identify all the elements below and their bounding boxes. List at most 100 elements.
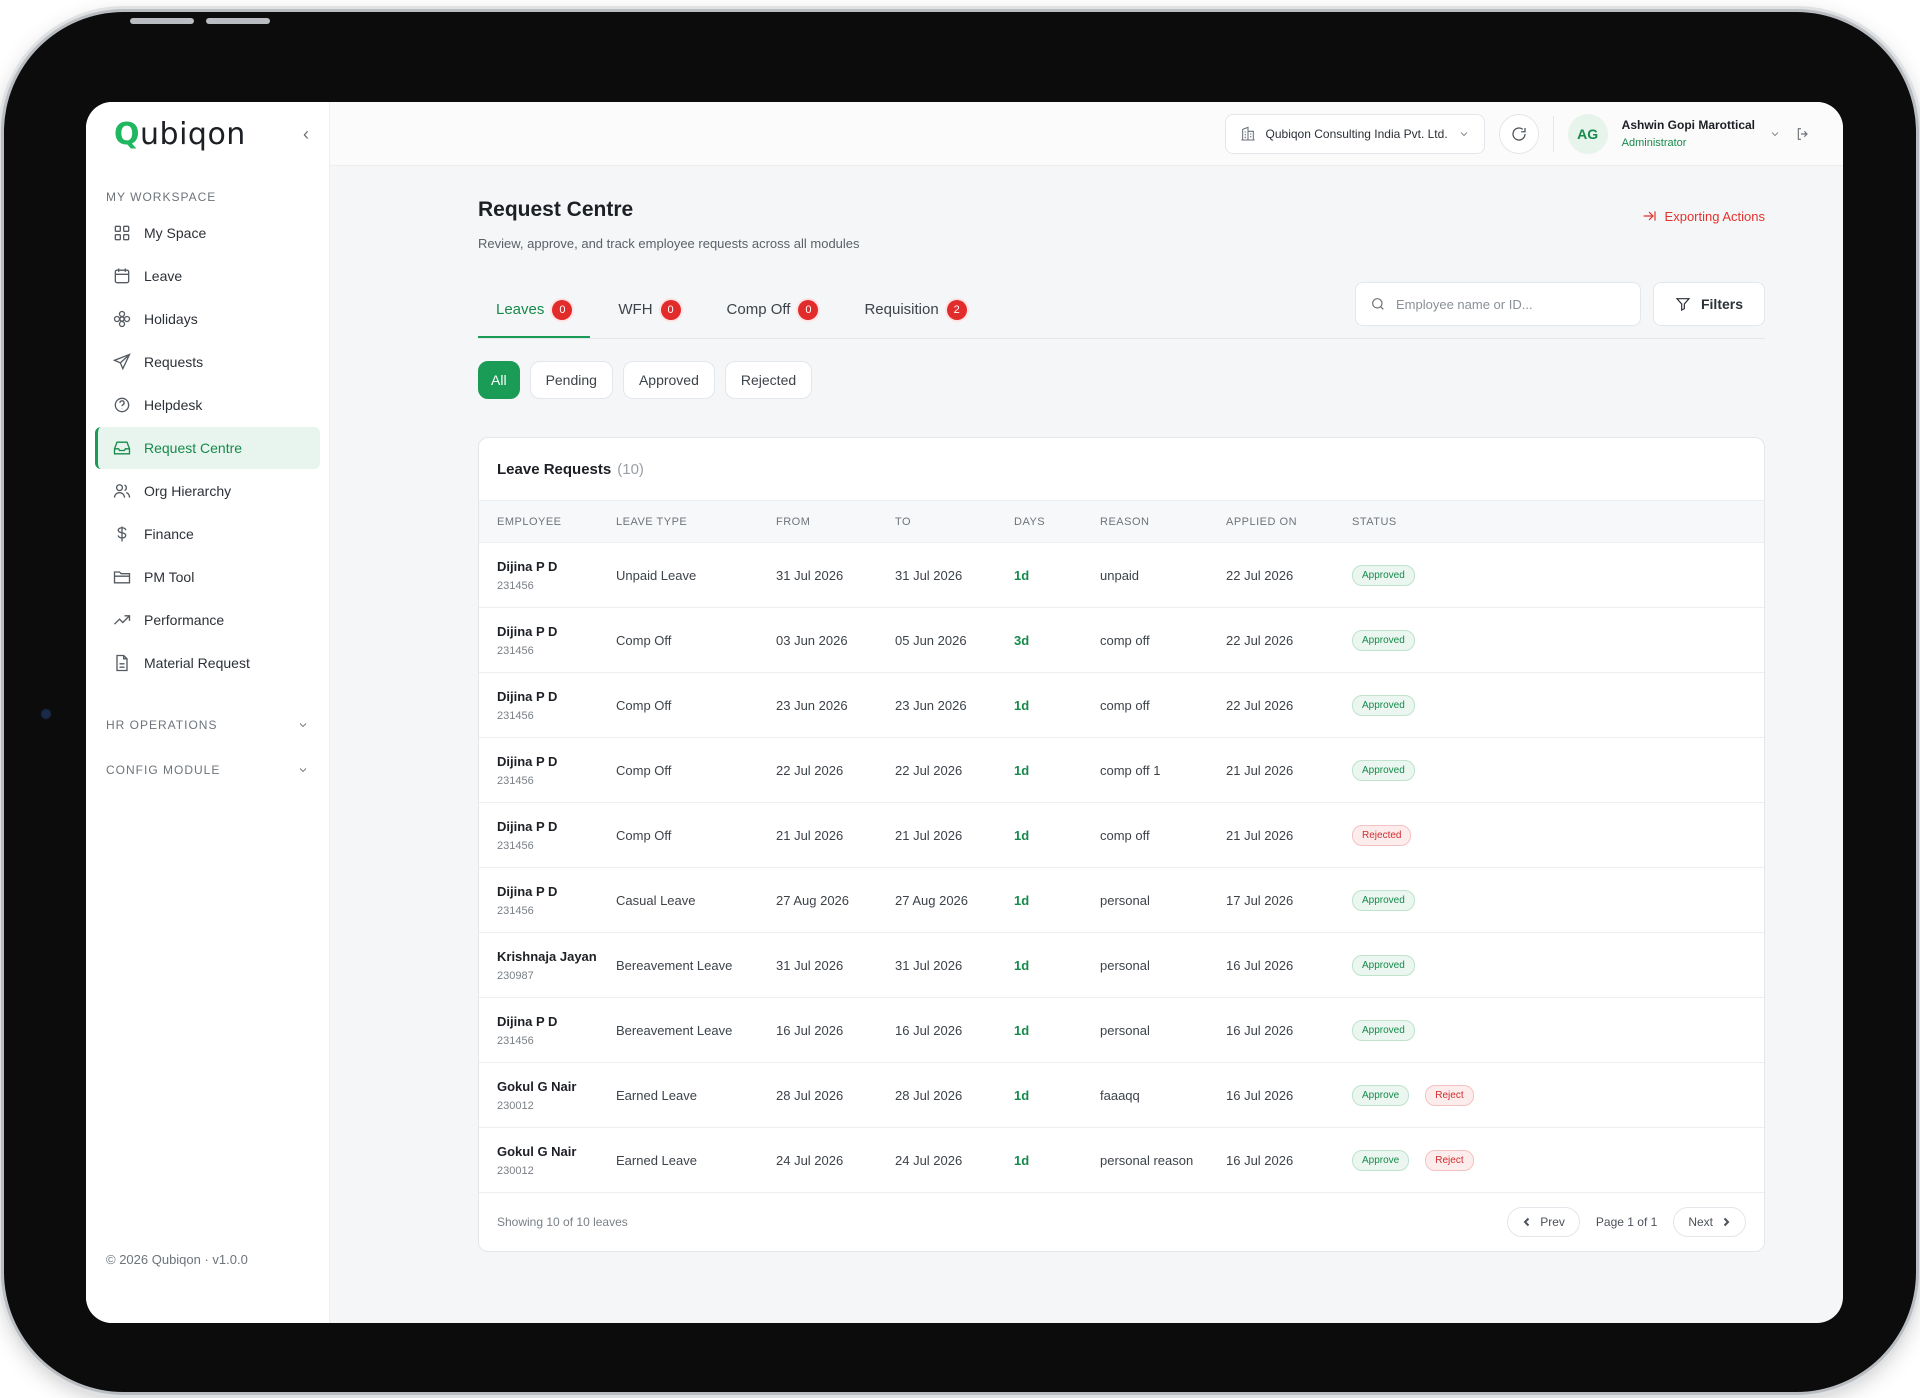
from-date-cell: 24 Jul 2026 xyxy=(776,1152,844,1168)
applied-on-cell: 22 Jul 2026 xyxy=(1226,697,1294,713)
refresh-button[interactable] xyxy=(1498,113,1539,154)
from-date-cell: 22 Jul 2026 xyxy=(776,762,844,778)
sidebar-item-label: PM Tool xyxy=(144,569,195,585)
from-date-cell: 27 Aug 2026 xyxy=(776,892,850,908)
sidebar-item-holidays[interactable]: Holidays xyxy=(95,298,320,340)
sidebar-item-requests[interactable]: Requests xyxy=(95,341,320,383)
sidebar-item-label: Request Centre xyxy=(144,440,243,456)
search-input[interactable] xyxy=(1396,296,1616,312)
tab-comp-off[interactable]: Comp Off 0 xyxy=(709,283,837,338)
table-row[interactable]: Dijina P D 231456 Comp Off 23 Jun 2026 23 Ju… xyxy=(479,673,1764,738)
sidebar-item-pm-tool[interactable]: PM Tool xyxy=(95,556,320,598)
next-button[interactable]: Next xyxy=(1673,1207,1746,1237)
status-badge: Approved xyxy=(1352,694,1415,716)
applied-on-cell: 16 Jul 2026 xyxy=(1226,1152,1294,1168)
filter-pill-approved[interactable]: Approved xyxy=(622,361,715,399)
status-cell: Approve Reject xyxy=(1352,1128,1764,1193)
approve-button[interactable]: Approve xyxy=(1352,1084,1410,1106)
employee-id: 231456 xyxy=(497,904,534,917)
logout-icon[interactable] xyxy=(1795,126,1811,142)
showing-count: Showing 10 of 10 leaves xyxy=(497,1215,628,1229)
reject-button[interactable]: Reject xyxy=(1425,1084,1474,1106)
reason-cell: comp off xyxy=(1100,697,1150,713)
tab-wfh[interactable]: WFH 0 xyxy=(600,283,698,338)
sidebar-item-performance[interactable]: Performance xyxy=(95,599,320,641)
filter-pill-all[interactable]: All xyxy=(478,361,520,399)
table-row[interactable]: Dijina P D 231456 Comp Off 03 Jun 2026 05 Ju… xyxy=(479,608,1764,673)
table-row[interactable]: Gokul G Nair 230012 Earned Leave 24 Jul 202… xyxy=(479,1128,1764,1193)
app-screen: Qubiqon ‹ MY WORKSPACE My Space Leave Holi… xyxy=(86,102,1843,1323)
applied-on-cell: 22 Jul 2026 xyxy=(1226,632,1294,648)
sidebar-group-hr-operations[interactable]: HR OPERATIONS xyxy=(86,702,329,747)
table-row[interactable]: Dijina P D 231456 Unpaid Leave 31 Jul 2026 3… xyxy=(479,543,1764,608)
table-row[interactable]: Dijina P D 231456 Comp Off 22 Jul 2026 22 Ju… xyxy=(479,738,1764,803)
chevron-down-icon[interactable] xyxy=(1769,128,1781,140)
leave-type-cell: Comp Off xyxy=(616,632,672,648)
filter-icon xyxy=(1675,298,1691,311)
avatar[interactable]: AG xyxy=(1567,113,1608,154)
exporting-actions-link[interactable]: Exporting Actions xyxy=(1641,208,1765,224)
main-area: Qubiqon Consulting India Pvt. Ltd. AG As… xyxy=(330,102,1843,1323)
table-row[interactable]: Dijina P D 231456 Comp Off 21 Jul 2026 21 Ju… xyxy=(479,803,1764,868)
sidebar-item-org-hierarchy[interactable]: Org Hierarchy xyxy=(95,470,320,512)
status-cell: Approved xyxy=(1352,738,1764,803)
reject-button[interactable]: Reject xyxy=(1425,1149,1474,1171)
sidebar-group-config-module[interactable]: CONFIG MODULE xyxy=(86,747,329,792)
employee-cell: Dijina P D 231456 xyxy=(479,543,616,608)
sidebar-item-helpdesk[interactable]: Helpdesk xyxy=(95,384,320,426)
status-cell: Rejected xyxy=(1352,803,1764,868)
approve-button[interactable]: Approve xyxy=(1352,1149,1410,1171)
sidebar-item-material-request[interactable]: Material Request xyxy=(95,642,320,684)
pagination: Prev Page 1 of 1 Next xyxy=(1507,1207,1746,1237)
tab-requisition[interactable]: Requisition 2 xyxy=(846,283,984,338)
table-row[interactable]: Gokul G Nair 230012 Earned Leave 28 Jul 202… xyxy=(479,1063,1764,1128)
employee-name: Gokul G Nair xyxy=(497,1078,577,1094)
company-selector[interactable]: Qubiqon Consulting India Pvt. Ltd. xyxy=(1224,113,1485,154)
users-icon xyxy=(113,484,131,498)
employee-id: 231456 xyxy=(497,644,534,657)
brand-logo[interactable]: Qubiqon xyxy=(114,117,246,152)
table-row[interactable]: Dijina P D 231456 Casual Leave 27 Aug 2026 2… xyxy=(479,868,1764,933)
tab-leaves[interactable]: Leaves 0 xyxy=(478,283,591,338)
sidebar-item-finance[interactable]: Finance xyxy=(95,513,320,555)
from-date-cell: 31 Jul 2026 xyxy=(776,957,844,973)
table-row[interactable]: Dijina P D 231456 Bereavement Leave 16 Jul … xyxy=(479,998,1764,1063)
prev-button[interactable]: Prev xyxy=(1507,1207,1580,1237)
reason-cell: comp off xyxy=(1100,827,1150,843)
to-date-cell: 16 Jul 2026 xyxy=(895,1022,963,1038)
status-badge: Approved xyxy=(1352,759,1415,781)
filter-pill-pending[interactable]: Pending xyxy=(529,361,613,399)
table-row[interactable]: Krishnaja Jayan 230987 Bereavement Leave 31… xyxy=(479,933,1764,998)
employee-id: 231456 xyxy=(497,1034,534,1047)
card-footer: Showing 10 of 10 leaves Prev Page 1 of 1… xyxy=(479,1193,1764,1251)
employee-cell: Dijina P D 231456 xyxy=(479,608,616,673)
filter-pill-rejected[interactable]: Rejected xyxy=(724,361,813,399)
days-cell: 1d xyxy=(1014,567,1030,583)
to-date-cell: 22 Jul 2026 xyxy=(895,762,963,778)
sidebar: Qubiqon ‹ MY WORKSPACE My Space Leave Holi… xyxy=(86,102,330,1323)
sidebar-item-request-centre[interactable]: Request Centre xyxy=(95,427,320,469)
volume-button xyxy=(206,18,270,24)
sidebar-item-my-space[interactable]: My Space xyxy=(95,212,320,254)
table-header-row: EMPLOYEE LEAVE TYPE FROM TO DAYS REASON APPLIE… xyxy=(479,500,1764,543)
employee-name: Krishnaja Jayan xyxy=(497,948,597,964)
column-header-from: FROM xyxy=(776,515,811,528)
collapse-sidebar-icon[interactable]: ‹ xyxy=(303,124,309,145)
tab-label: WFH xyxy=(618,301,653,318)
reason-cell: personal xyxy=(1100,957,1150,973)
sidebar-item-label: Requests xyxy=(144,354,204,370)
reason-cell: personal xyxy=(1100,1022,1150,1038)
column-header-applied-on: APPLIED ON xyxy=(1226,515,1298,528)
days-cell: 1d xyxy=(1014,892,1030,908)
dollar-icon xyxy=(117,526,127,542)
from-date-cell: 28 Jul 2026 xyxy=(776,1087,844,1103)
inbox-icon xyxy=(113,441,131,455)
applied-on-cell: 21 Jul 2026 xyxy=(1226,762,1294,778)
sidebar-item-leave[interactable]: Leave xyxy=(95,255,320,297)
divider xyxy=(1552,115,1554,152)
user-role: Administrator xyxy=(1621,137,1687,149)
filters-button[interactable]: Filters xyxy=(1653,282,1765,326)
card-count: (10) xyxy=(617,460,644,478)
to-date-cell: 28 Jul 2026 xyxy=(895,1087,963,1103)
status-cell: Approved xyxy=(1352,933,1764,998)
